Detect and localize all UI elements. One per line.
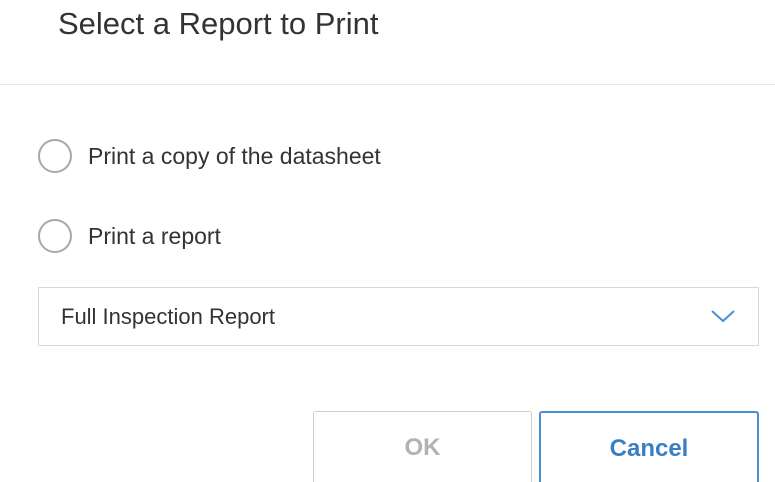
report-select-dropdown[interactable]: Full Inspection Report: [38, 287, 759, 346]
print-report-dialog: Select a Report to Print Print a copy of…: [0, 0, 775, 482]
ok-button[interactable]: OK: [313, 411, 532, 482]
print-report-label: Print a report: [88, 222, 221, 249]
cancel-button[interactable]: Cancel: [539, 411, 759, 482]
print-report-radio[interactable]: [38, 219, 72, 253]
print-datasheet-label: Print a copy of the datasheet: [88, 142, 381, 169]
print-datasheet-option[interactable]: Print a copy of the datasheet: [38, 138, 381, 174]
chevron-down-icon[interactable]: [710, 308, 736, 324]
print-datasheet-radio[interactable]: [38, 139, 72, 173]
print-report-option[interactable]: Print a report: [38, 218, 221, 254]
report-select-value: Full Inspection Report: [61, 303, 275, 329]
dialog-title: Select a Report to Print: [58, 6, 379, 41]
dialog-header: Select a Report to Print: [0, 0, 775, 85]
